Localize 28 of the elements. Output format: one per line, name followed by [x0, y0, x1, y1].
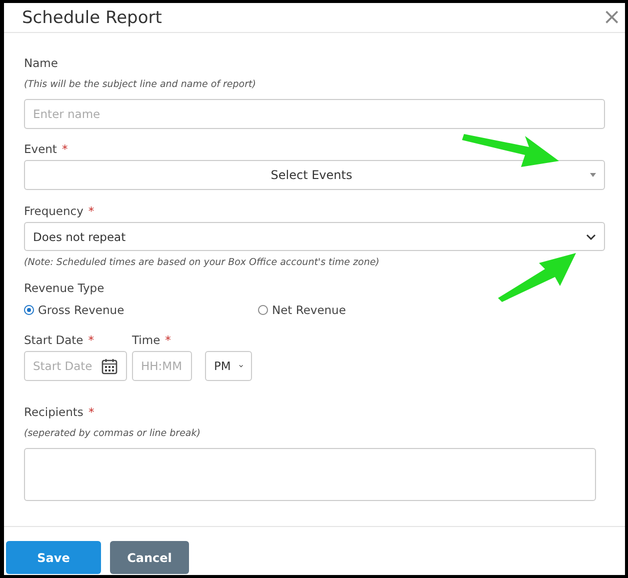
chevron-down-icon [586, 234, 596, 240]
radio-option[interactable]: Net Revenue [258, 303, 605, 317]
radio-option[interactable]: Gross Revenue [24, 303, 258, 317]
frequency-dropdown[interactable]: Does not repeat [24, 222, 605, 251]
required-mark: * [165, 333, 171, 347]
field-label: Time [132, 333, 160, 347]
field-hint: (This will be the subject line and name of report) [24, 79, 257, 90]
cancel-button[interactable]: Cancel [110, 541, 189, 574]
save-button[interactable]: Save [6, 541, 101, 574]
required-mark: * [62, 142, 68, 156]
field-label: Revenue Type [24, 281, 104, 295]
field-label: Start Date [24, 333, 84, 347]
chevron-down-icon [238, 363, 243, 369]
required-mark: * [88, 204, 94, 218]
required-mark: * [88, 333, 94, 347]
recipients-field[interactable] [24, 448, 596, 501]
event-dropdown[interactable]: Select Events [24, 160, 605, 190]
dialog-title: Schedule Report [22, 8, 162, 28]
field-note: (Note: Scheduled times are based on your Box Office account's time zone) [24, 257, 380, 268]
field-label: Event [24, 142, 57, 156]
field-hint: (seperated by commas or line break) [24, 428, 202, 439]
field-label: Frequency [24, 204, 84, 218]
field-label: Recipients [24, 405, 84, 419]
required-mark: * [88, 405, 94, 419]
period-dropdown[interactable]: PM [205, 351, 252, 381]
close-icon[interactable]: × [602, 6, 621, 28]
calendar-icon[interactable] [101, 358, 118, 374]
field-label: Name [24, 56, 58, 70]
